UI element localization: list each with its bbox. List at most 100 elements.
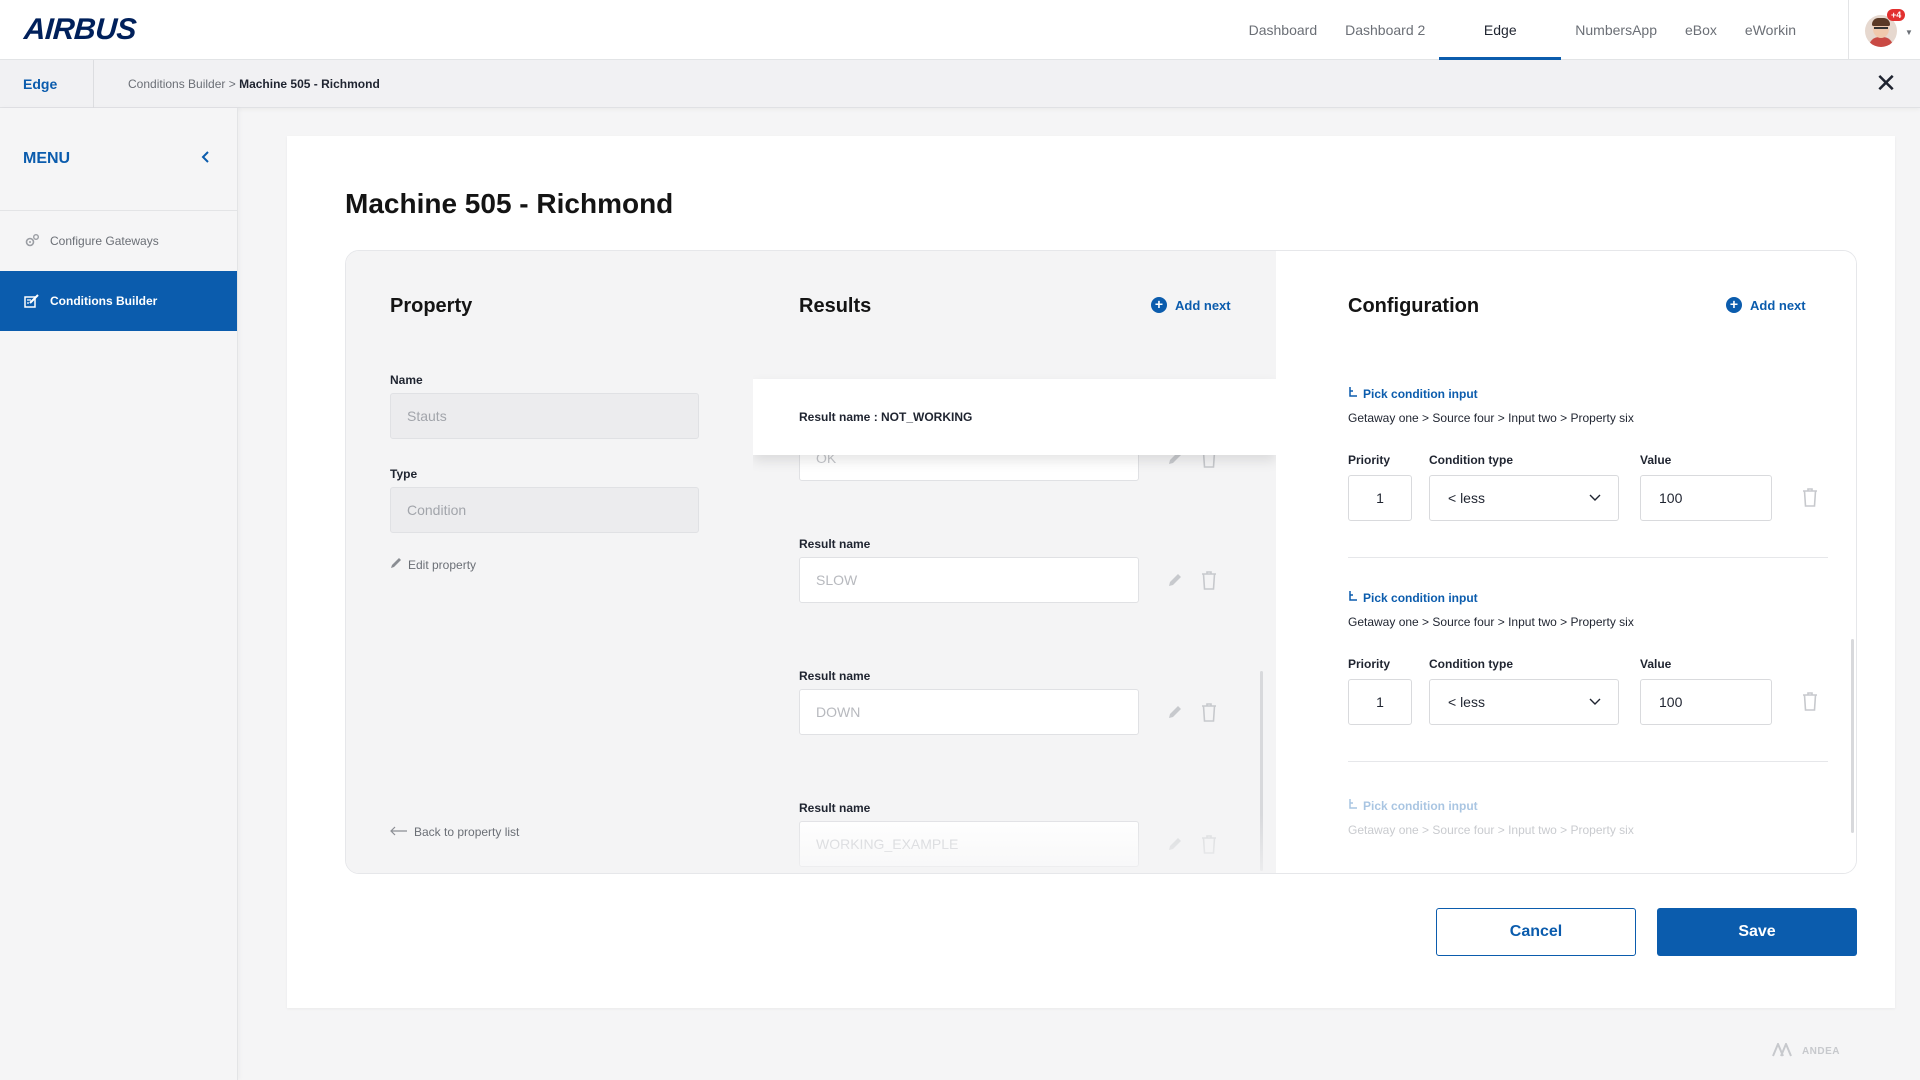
- results-column: Results + Add next OK Result name : NOT_…: [753, 251, 1276, 873]
- back-to-list-link[interactable]: Back to property list: [390, 825, 519, 839]
- configuration-add-next-button[interactable]: + Add next: [1726, 297, 1806, 313]
- priority-label: Priority: [1348, 657, 1391, 671]
- result-row-actions: [1165, 701, 1219, 723]
- main-card: Machine 505 - Richmond Property Name Sta…: [287, 136, 1895, 1008]
- condition-type-select[interactable]: < less: [1429, 475, 1619, 521]
- condition-type-select[interactable]: < less: [1429, 679, 1619, 725]
- tab-dashboard-2[interactable]: Dashboard 2: [1331, 0, 1439, 60]
- breadcrumb: Conditions Builder > Machine 505 - Richm…: [128, 77, 380, 91]
- condition-path: Getaway one > Source four > Input two > …: [1348, 615, 1634, 629]
- close-icon[interactable]: ✕: [1872, 70, 1900, 98]
- priority-input[interactable]: 1: [1348, 679, 1412, 725]
- breadcrumb-separator: >: [225, 77, 240, 91]
- tab-eworkin[interactable]: eWorkin: [1731, 0, 1810, 60]
- footer-brand: ANDEA: [1772, 1041, 1840, 1060]
- airbus-logo[interactable]: AIRBUS: [23, 13, 137, 46]
- result-name-label: Result name: [799, 537, 871, 551]
- pick-condition-input-link[interactable]: Pick condition input: [1348, 798, 1478, 813]
- breadcrumb-current: Machine 505 - Richmond: [239, 77, 380, 91]
- result-name-label: Result name: [799, 669, 871, 683]
- menu-title: MENU: [23, 150, 71, 167]
- pick-condition-label: Pick condition input: [1363, 590, 1478, 605]
- name-label: Name: [390, 373, 423, 387]
- breadcrumb-parent[interactable]: Conditions Builder: [128, 77, 225, 91]
- condition-divider: [1348, 557, 1828, 558]
- property-column: Property Name Stauts Type Condition Edit…: [346, 251, 753, 873]
- pick-condition-label: Pick condition input: [1363, 798, 1478, 813]
- pick-condition-input-link[interactable]: Pick condition input: [1348, 386, 1478, 401]
- top-bar: AIRBUS Dashboard Dashboard 2 Edge Number…: [0, 0, 1920, 60]
- edit-property-link[interactable]: Edit property: [390, 557, 476, 572]
- tree-branch-icon: [1348, 386, 1358, 401]
- sidebar-item-conditions-builder[interactable]: Conditions Builder: [0, 271, 237, 331]
- tab-numbersapp[interactable]: NumbersApp: [1561, 0, 1671, 60]
- breadcrumb-bar: Edge Conditions Builder > Machine 505 - …: [0, 60, 1920, 108]
- name-field[interactable]: Stauts: [390, 393, 699, 439]
- priority-label: Priority: [1348, 453, 1391, 467]
- tab-dashboard[interactable]: Dashboard: [1235, 0, 1332, 60]
- pencil-icon[interactable]: [1165, 569, 1185, 591]
- chevron-left-icon[interactable]: [201, 150, 211, 169]
- configuration-title: Configuration: [1348, 295, 1480, 317]
- page-title: Machine 505 - Richmond: [345, 188, 674, 219]
- result-name-label: Result name: [799, 801, 871, 815]
- trash-icon[interactable]: [1199, 569, 1219, 591]
- breadcrumb-app[interactable]: Edge: [0, 60, 94, 108]
- configuration-scrollbar[interactable]: [1851, 639, 1854, 833]
- property-title: Property: [390, 295, 473, 317]
- sidebar-item-label: Conditions Builder: [50, 294, 158, 308]
- result-row-actions: [1165, 833, 1219, 855]
- sidebar-item-configure-gateways[interactable]: Configure Gateways: [0, 211, 237, 271]
- condition-path: Getaway one > Source four > Input two > …: [1348, 823, 1634, 837]
- tree-branch-icon: [1348, 590, 1358, 605]
- pencil-icon: [390, 557, 402, 572]
- result-name-field[interactable]: SLOW: [799, 557, 1139, 603]
- chevron-down-icon: [1588, 490, 1602, 507]
- andea-logo-icon: [1772, 1041, 1794, 1060]
- chevron-down-icon: [1588, 694, 1602, 711]
- tab-ebox[interactable]: eBox: [1671, 0, 1731, 60]
- sidebar-item-label: Configure Gateways: [50, 234, 159, 248]
- pick-condition-input-link[interactable]: Pick condition input: [1348, 590, 1478, 605]
- menu-header: MENU: [0, 108, 237, 211]
- result-name-field[interactable]: DOWN: [799, 689, 1139, 735]
- back-link-label: Back to property list: [414, 825, 520, 839]
- tree-branch-icon: [1348, 798, 1358, 813]
- add-next-label: Add next: [1175, 297, 1231, 313]
- gears-icon: [24, 233, 40, 249]
- pencil-icon[interactable]: [1165, 701, 1185, 723]
- pencil-icon[interactable]: [1165, 833, 1185, 855]
- trash-icon[interactable]: [1801, 487, 1819, 512]
- condition-path: Getaway one > Source four > Input two > …: [1348, 411, 1634, 425]
- save-button[interactable]: Save: [1657, 908, 1857, 956]
- value-label: Value: [1640, 453, 1672, 467]
- edit-property-label: Edit property: [408, 557, 477, 572]
- condition-divider: [1348, 761, 1828, 762]
- tab-edge[interactable]: Edge: [1439, 0, 1562, 60]
- notification-badge: +4: [1887, 9, 1906, 21]
- result-name-field[interactable]: WORKING_EXAMPLE: [799, 821, 1139, 867]
- configuration-column: Configuration + Add next Pick condition …: [1276, 251, 1856, 873]
- plus-circle-icon: +: [1726, 297, 1742, 313]
- priority-input[interactable]: 1: [1348, 475, 1412, 521]
- trash-icon[interactable]: [1199, 833, 1219, 855]
- value-label: Value: [1640, 657, 1672, 671]
- results-title: Results: [799, 295, 872, 317]
- cancel-button[interactable]: Cancel: [1436, 908, 1636, 956]
- value-input[interactable]: 100: [1640, 679, 1772, 725]
- value-input[interactable]: 100: [1640, 475, 1772, 521]
- user-menu[interactable]: +4 ▼: [1848, 0, 1920, 60]
- main-nav: Dashboard Dashboard 2 Edge NumbersApp eB…: [1235, 0, 1810, 60]
- condition-type-label: Condition type: [1429, 453, 1513, 467]
- trash-icon[interactable]: [1199, 701, 1219, 723]
- trash-icon[interactable]: [1801, 691, 1819, 716]
- footer-brand-label: ANDEA: [1801, 1046, 1840, 1057]
- type-field[interactable]: Condition: [390, 487, 699, 533]
- condition-type-value: < less: [1448, 694, 1485, 710]
- condition-type-label: Condition type: [1429, 657, 1513, 671]
- results-scrollbar[interactable]: [1260, 671, 1263, 871]
- arrow-left-icon: [390, 825, 408, 839]
- results-add-next-button[interactable]: + Add next: [1151, 297, 1231, 313]
- result-name-tooltip: Result name : NOT_WORKING: [753, 379, 1276, 455]
- caret-down-icon[interactable]: ▼: [1905, 28, 1913, 37]
